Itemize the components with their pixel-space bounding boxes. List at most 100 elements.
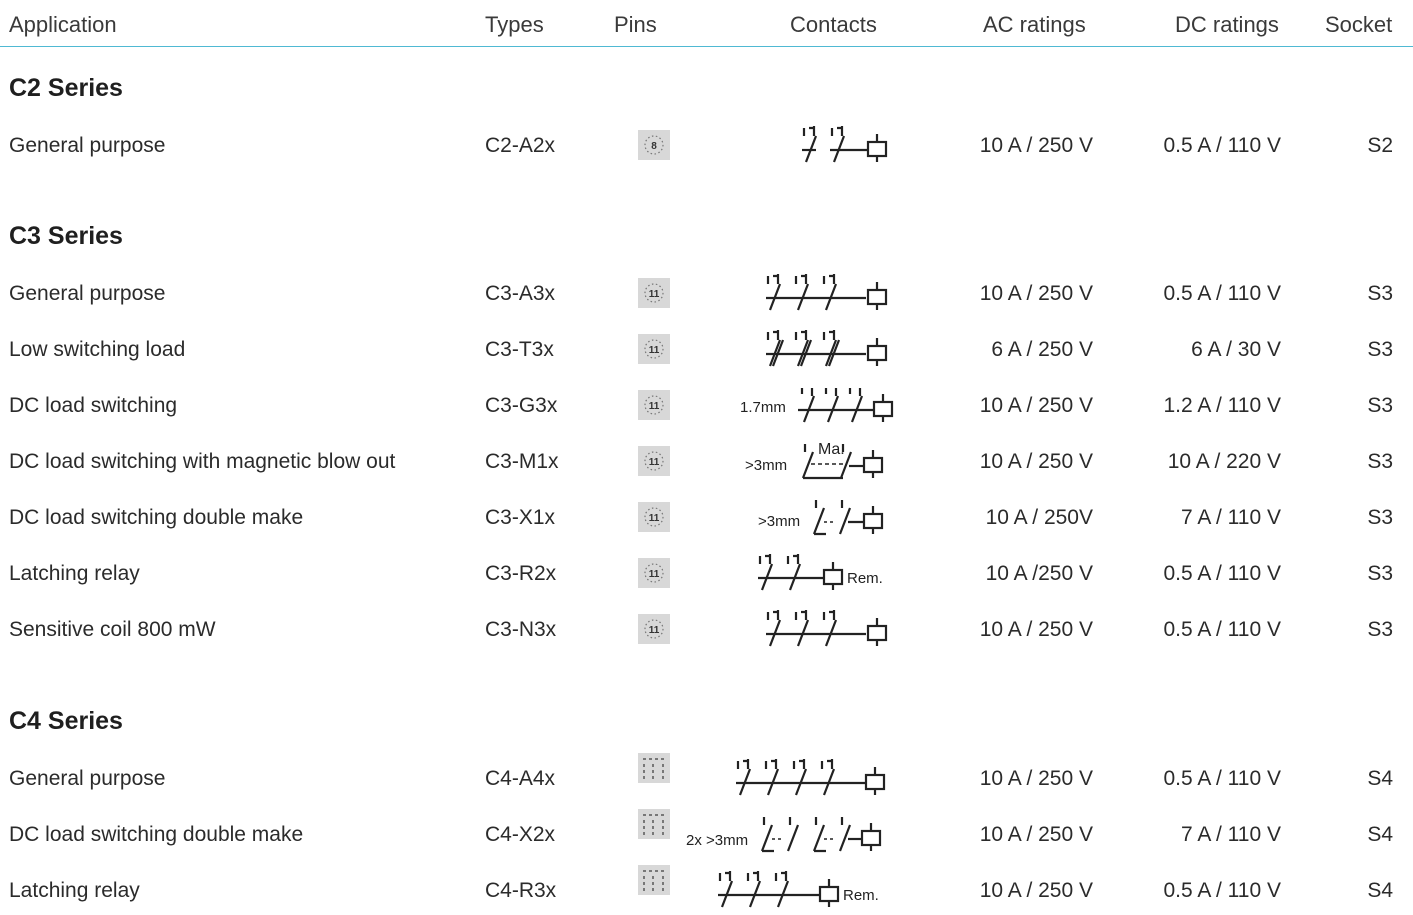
application-cell: Sensitive coil 800 mW <box>9 618 216 641</box>
pin-socket-11-icon: 11 <box>638 614 670 644</box>
type-cell: C4-A4x <box>485 767 556 790</box>
type-cell: C3-T3x <box>485 338 554 361</box>
contact-gap-label: 2x >3mm <box>686 832 748 849</box>
contact-diagram-icon: Rem. <box>716 861 896 915</box>
svg-text:11: 11 <box>649 513 660 524</box>
type-cell: C4-R3x <box>485 879 557 902</box>
type-cell: C3-R2x <box>485 562 557 585</box>
dc-rating-cell: 10 A / 220 V <box>1167 450 1281 473</box>
socket-cell: S3 <box>1367 562 1393 585</box>
socket-cell: S4 <box>1367 767 1393 790</box>
application-cell: DC load switching with magnetic blow out <box>9 450 396 473</box>
dc-rating-cell: 7 A / 110 V <box>1180 823 1281 846</box>
ac-rating-cell: 10 A / 250 V <box>979 134 1093 157</box>
dc-rating-cell: 0.5 A / 110 V <box>1163 282 1281 305</box>
pin-socket-11-icon: 11 <box>638 446 670 476</box>
application-cell: DC load switching <box>9 394 178 417</box>
dc-rating-cell: 0.5 A / 110 V <box>1163 134 1281 157</box>
series-title-c2: C2 Series <box>9 74 123 102</box>
contact-diagram-icon <box>734 749 894 803</box>
table-row: General purpose C4-A4x 10 A / 250 V 0.5 … <box>0 753 1413 799</box>
dc-rating-cell: 0.5 A / 110 V <box>1163 767 1281 790</box>
contact-diagram-icon <box>764 320 894 374</box>
type-cell: C3-G3x <box>485 394 558 417</box>
ac-rating-cell: 10 A / 250 V <box>979 879 1093 902</box>
dc-rating-cell: 0.5 A / 110 V <box>1163 618 1281 641</box>
socket-cell: S3 <box>1367 338 1393 361</box>
application-cell: Latching relay <box>9 879 140 902</box>
socket-cell: S3 <box>1367 506 1393 529</box>
header-pins: Pins <box>614 12 657 37</box>
table-row: Low switching load C3-T3x 11 6 A / 250 V… <box>0 330 1413 370</box>
contact-diagram-icon: Rem. <box>756 544 896 598</box>
dc-rating-cell: 6 A / 30 V <box>1191 338 1281 361</box>
socket-cell: S3 <box>1367 450 1393 473</box>
svg-text:11: 11 <box>649 569 660 580</box>
svg-text:11: 11 <box>649 457 660 468</box>
pin-socket-11-icon: 11 <box>638 502 670 532</box>
contact-gap-label: 1.7mm <box>740 399 786 416</box>
svg-text:11: 11 <box>649 625 660 636</box>
type-cell: C3-N3x <box>485 618 557 641</box>
type-cell: C3-A3x <box>485 282 556 305</box>
contact-gap-label: >3mm <box>758 513 800 530</box>
magnetic-label: Ma. <box>818 441 845 458</box>
dc-rating-cell: 1.2 A / 110 V <box>1163 394 1281 417</box>
table-header: Application Types Pins Contacts AC ratin… <box>0 0 1413 47</box>
application-cell: DC load switching double make <box>9 823 304 846</box>
table-row: DC load switching with magnetic blow out… <box>0 441 1413 482</box>
socket-cell: S3 <box>1367 282 1393 305</box>
svg-text:11: 11 <box>649 401 660 412</box>
ac-rating-cell: 10 A /250 V <box>985 562 1093 585</box>
application-cell: Low switching load <box>9 338 186 361</box>
contact-diagram-icon: >3mm Ma. <box>745 432 900 486</box>
series-title-c4: C4 Series <box>9 707 123 735</box>
contact-gap-label: >3mm <box>745 457 787 474</box>
type-cell: C3-X1x <box>485 506 556 529</box>
pin-socket-14-icon <box>638 753 670 783</box>
application-cell: General purpose <box>9 767 166 790</box>
ac-rating-cell: 6 A / 250 V <box>991 338 1093 361</box>
type-cell: C2-A2x <box>485 134 556 157</box>
contact-diagram-icon: >3mm <box>758 488 900 542</box>
application-cell: General purpose <box>9 134 166 157</box>
socket-cell: S4 <box>1367 879 1393 902</box>
ac-rating-cell: 10 A / 250 V <box>979 618 1093 641</box>
type-cell: C3-M1x <box>485 450 559 473</box>
contact-diagram-icon: 1.7mm <box>740 376 900 430</box>
contact-diagram-icon <box>800 116 900 170</box>
header-socket: Socket <box>1325 12 1393 37</box>
svg-text:8: 8 <box>651 141 657 152</box>
remanence-label: Rem. <box>843 887 879 904</box>
pin-socket-14-icon <box>638 865 670 895</box>
ac-rating-cell: 10 A / 250V <box>985 506 1093 529</box>
header-types: Types <box>485 12 544 37</box>
dc-rating-cell: 0.5 A / 110 V <box>1163 879 1281 902</box>
pin-socket-11-icon: 11 <box>638 390 670 420</box>
pin-socket-14-icon <box>638 809 670 839</box>
table-row: Latching relay C4-R3x Rem. 10 A / 250 V <box>0 865 1413 911</box>
contact-diagram-icon: 2x >3mm <box>686 805 900 859</box>
table-row: Latching relay C3-R2x 11 Rem. 10 A /250 … <box>0 554 1413 594</box>
socket-cell: S4 <box>1367 823 1393 846</box>
ac-rating-cell: 10 A / 250 V <box>979 394 1093 417</box>
contact-diagram-icon <box>764 600 894 654</box>
socket-cell: S2 <box>1367 134 1393 157</box>
contact-diagram-icon <box>764 264 894 318</box>
header-contacts: Contacts <box>790 12 877 37</box>
application-cell: General purpose <box>9 282 166 305</box>
pin-socket-8-icon: 8 <box>638 130 670 160</box>
dc-rating-cell: 7 A / 110 V <box>1180 506 1281 529</box>
remanence-label: Rem. <box>847 570 883 587</box>
pin-socket-11-icon: 11 <box>638 558 670 588</box>
series-title-c3: C3 Series <box>9 222 123 250</box>
ac-rating-cell: 10 A / 250 V <box>979 282 1093 305</box>
table-row: DC load switching C3-G3x 11 1.7mm 10 A /… <box>0 386 1413 426</box>
header-ac-ratings: AC ratings <box>983 12 1086 37</box>
svg-text:11: 11 <box>649 289 660 300</box>
application-cell: DC load switching double make <box>9 506 304 529</box>
pin-socket-11-icon: 11 <box>638 334 670 364</box>
table-row: General purpose C2-A2x 8 10 A / 250 V 0.… <box>0 126 1413 166</box>
ac-rating-cell: 10 A / 250 V <box>979 450 1093 473</box>
ac-rating-cell: 10 A / 250 V <box>979 767 1093 790</box>
